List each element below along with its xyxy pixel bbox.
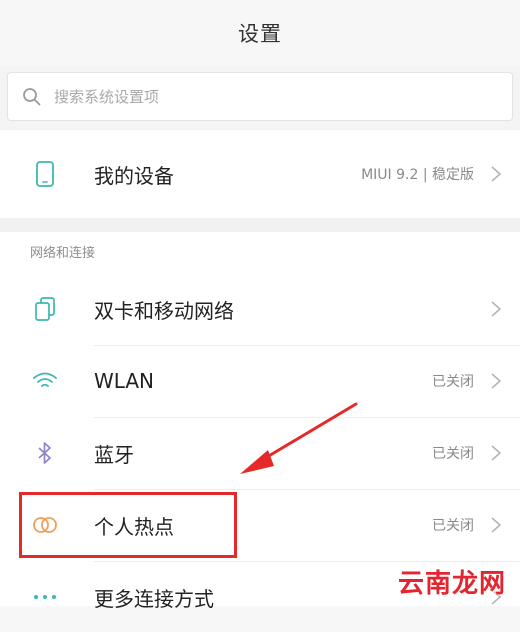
page-title: 设置 — [238, 22, 282, 46]
search-input[interactable] — [52, 86, 456, 107]
bluetooth-status: 已关闭 — [432, 446, 474, 462]
dual-sim-label: 双卡和移动网络 — [94, 298, 234, 323]
phone-icon — [30, 159, 60, 189]
section-gap — [0, 218, 520, 232]
search-box[interactable] — [7, 72, 513, 121]
highlight-annotation-box — [19, 492, 237, 558]
device-card: 我的设备 MIUI 9.2 | 稳定版 — [0, 130, 520, 218]
chevron-right-icon — [491, 445, 502, 461]
wlan-row[interactable]: WLAN 已关闭 — [0, 346, 520, 416]
dual-sim-icon — [30, 294, 60, 324]
wifi-icon — [30, 366, 60, 396]
wlan-status: 已关闭 — [432, 374, 474, 390]
chevron-right-icon — [491, 373, 502, 389]
bluetooth-icon — [30, 438, 60, 468]
my-device-row[interactable]: 我的设备 MIUI 9.2 | 稳定版 — [0, 139, 520, 209]
miui-version: MIUI 9.2 | 稳定版 — [361, 167, 474, 183]
bluetooth-row[interactable]: 蓝牙 已关闭 — [0, 418, 520, 488]
hotspot-status: 已关闭 — [432, 518, 474, 534]
dual-sim-row[interactable]: 双卡和移动网络 — [0, 274, 520, 344]
my-device-label: 我的设备 — [94, 163, 174, 188]
search-icon — [23, 87, 41, 105]
section-header: 网络和连接 — [0, 232, 520, 270]
more-icon — [30, 582, 60, 612]
title-bar: 设置 — [0, 0, 520, 66]
bluetooth-label: 蓝牙 — [94, 442, 134, 467]
wlan-label: WLAN — [94, 369, 155, 393]
chevron-right-icon — [491, 301, 502, 317]
more-connections-label: 更多连接方式 — [94, 586, 214, 611]
search-area — [0, 66, 520, 130]
section-title: 网络和连接 — [30, 246, 96, 261]
chevron-right-icon — [491, 166, 502, 182]
chevron-right-icon — [491, 517, 502, 533]
watermark: 云南龙网 — [397, 569, 506, 599]
